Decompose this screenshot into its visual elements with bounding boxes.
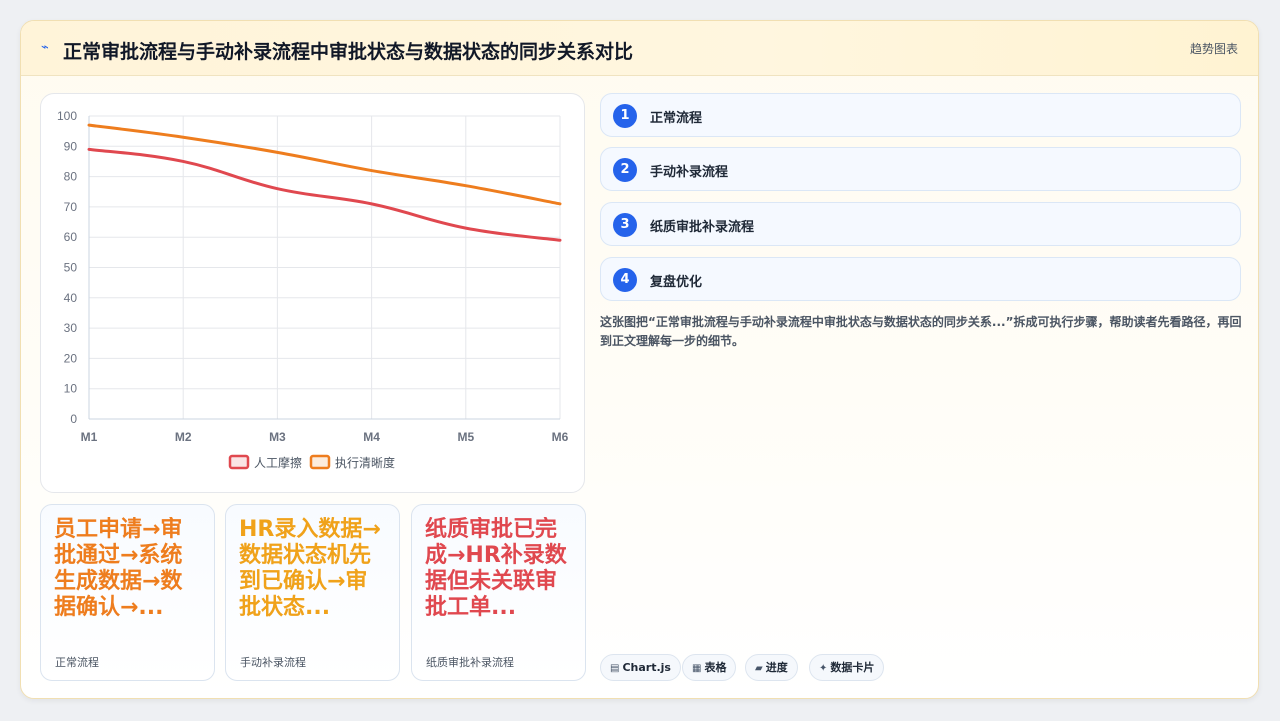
legend-swatch — [228, 454, 250, 470]
step-item-3[interactable]: 3 纸质审批补录流程 — [600, 202, 1241, 246]
step-label: 手动补录流程 — [650, 165, 729, 180]
y-tick-label: 80 — [64, 170, 78, 184]
tag-label: 数据卡片 — [830, 661, 875, 674]
y-tick-label: 50 — [64, 261, 78, 275]
line-chart: 0 10 20 30 40 50 60 70 80 90 100 M1 M2 M3 M4 M5 M6 人工摩擦 执行… — [57, 109, 569, 470]
main-card: ⌁ 正常审批流程与手动补录流程中审批状态与数据状态的同步关系对比 趋势图表 0 1… — [20, 20, 1259, 699]
table-icon: ▦ — [692, 663, 702, 674]
x-tick-label: M6 — [552, 430, 569, 444]
stat-card-paper: 纸质审批已完成→HR补录数据但未关联审批工单... 纸质审批补录流程 — [411, 504, 586, 681]
step-item-2[interactable]: 2 手动补录流程 — [600, 147, 1241, 191]
stat-card-normal: 员工申请→审批通过→系统生成数据→数据确认→... 正常流程 — [40, 504, 215, 681]
tag-progress[interactable]: ▰ 进度 — [745, 654, 798, 681]
stat-card-value: HR录入数据→数据状态机先到已确认→审批状态... — [239, 517, 381, 620]
step-item-1[interactable]: 1 正常流程 — [600, 93, 1241, 137]
x-tick-label: M5 — [457, 430, 474, 444]
chart-icon: ▤ — [610, 663, 620, 674]
stat-card-label: 正常流程 — [55, 656, 99, 669]
x-tick-label: M2 — [175, 430, 192, 444]
tag-label: 表格 — [704, 661, 727, 674]
x-tick-label: M1 — [81, 430, 98, 444]
y-tick-label: 20 — [64, 351, 78, 365]
legend-swatch — [309, 454, 331, 470]
step-label: 复盘优化 — [650, 275, 703, 290]
step-number-badge: 3 — [613, 213, 637, 237]
y-tick-label: 100 — [57, 109, 77, 123]
step-number-badge: 1 — [613, 104, 637, 128]
trend-chart-label: 趋势图表 — [1189, 42, 1238, 56]
legend-label: 人工摩擦 — [254, 455, 302, 470]
progress-icon: ▰ — [755, 663, 763, 674]
stat-card-value: 纸质审批已完成→HR补录数据但未关联审批工单... — [425, 517, 567, 620]
series-line-执行清晰度 — [87, 123, 562, 206]
step-number-badge: 4 — [613, 268, 637, 292]
x-tick-label: M4 — [363, 430, 380, 444]
tag-data-card[interactable]: ✦ 数据卡片 — [809, 654, 885, 681]
data-card-icon: ✦ — [819, 663, 828, 674]
line-chart-panel: 0 10 20 30 40 50 60 70 80 90 100 M1 M2 M3 M4 M5 M6 人工摩擦 执行… — [40, 93, 585, 493]
tag-chartjs[interactable]: ▤ Chart.js — [600, 654, 681, 681]
y-tick-label: 10 — [64, 382, 78, 396]
y-tick-label: 70 — [64, 200, 78, 214]
y-tick-label: 90 — [64, 139, 78, 153]
x-tick-label: M3 — [269, 430, 286, 444]
description-text: 这张图把“正常审批流程与手动补录流程中审批状态与数据状态的同步关系...”拆成可… — [600, 315, 1242, 348]
y-tick-label: 40 — [64, 291, 78, 305]
chart-trend-icon: ⌁ — [41, 40, 49, 55]
legend-label: 执行清晰度 — [335, 455, 395, 470]
stat-card-value: 员工申请→审批通过→系统生成数据→数据确认→... — [54, 517, 183, 620]
step-item-4[interactable]: 4 复盘优化 — [600, 257, 1241, 301]
step-number-badge: 2 — [613, 158, 637, 182]
y-tick-label: 60 — [64, 230, 78, 244]
tag-label: 进度 — [765, 661, 788, 674]
y-tick-label: 30 — [64, 321, 78, 335]
y-tick-label: 0 — [70, 412, 77, 426]
step-label: 纸质审批补录流程 — [650, 220, 755, 235]
step-label: 正常流程 — [650, 111, 703, 126]
stat-card-manual: HR录入数据→数据状态机先到已确认→审批状态... 手动补录流程 — [225, 504, 400, 681]
stat-card-label: 手动补录流程 — [240, 656, 306, 669]
header: ⌁ 正常审批流程与手动补录流程中审批状态与数据状态的同步关系对比 趋势图表 — [21, 21, 1258, 76]
tag-table[interactable]: ▦ 表格 — [682, 654, 737, 681]
stat-card-label: 纸质审批补录流程 — [426, 656, 514, 669]
page-title: 正常审批流程与手动补录流程中审批状态与数据状态的同步关系对比 — [63, 41, 634, 63]
tag-label: Chart.js — [622, 661, 671, 674]
